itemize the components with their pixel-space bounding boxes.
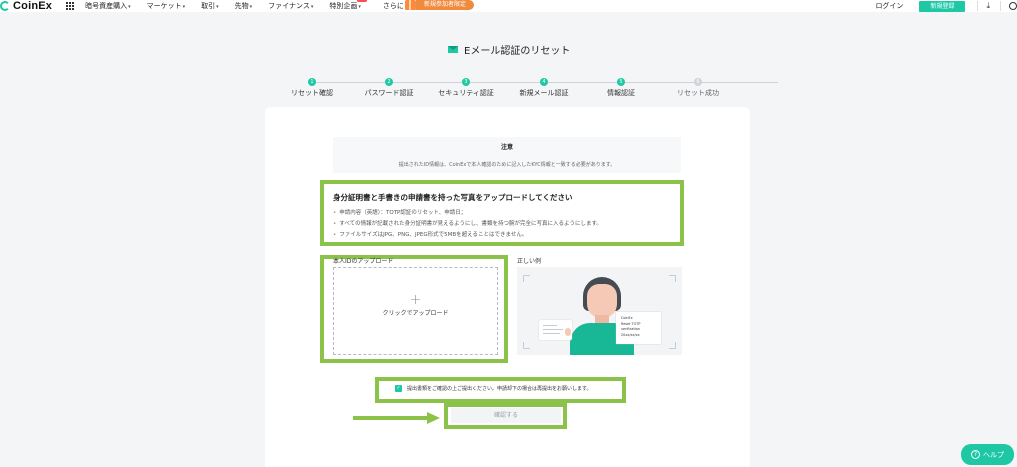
nav-item-trade[interactable]: 取引▾ (201, 1, 219, 11)
chevron-down-icon: ▾ (310, 4, 314, 10)
requirement-item: すべての情報が記載された身分証明書が見えるようにし、書類を持つ腕が完全に写真に入… (333, 219, 680, 230)
hot-badge (356, 0, 367, 2)
step-number: 6 (694, 78, 702, 86)
upload-text: クリックでアップロード (382, 310, 449, 317)
notice-box: 注意 提出されたID情報は、CoinExで本人確認のために記入したKYC情報と一… (333, 137, 681, 173)
agreement-checkbox[interactable]: ✓ (395, 384, 402, 392)
requirement-item: ファイルサイズはJPG、PNG、JPEG形式で5MBを超えることはできません。 (333, 230, 680, 241)
step-number: 2 (385, 78, 393, 86)
globe-icon[interactable] (1009, 2, 1017, 10)
help-button[interactable]: ? ヘルプ (961, 444, 1014, 465)
chevron-down-icon: ▾ (249, 4, 253, 10)
help-label: ヘルプ (983, 450, 1004, 459)
logo-text: CoinEx (13, 0, 53, 12)
download-icon[interactable]: ⤓ (986, 1, 990, 11)
step-number: 5 (617, 78, 625, 86)
arrow-right-icon (427, 412, 440, 424)
notice-text: 提出されたID情報は、CoinExで本人確認のために記入したKYC情報と一致する… (398, 162, 616, 168)
progress-stepper: 1 リセット確認 2 パスワード認証 3 セキュリティ認証 4 新規メール認証 … (0, 77, 1017, 99)
nav-item-special[interactable]: 特別企画▾ (329, 0, 367, 11)
nav-item-label: さらに (382, 2, 404, 10)
frame-corner (523, 275, 530, 282)
coinex-logo-icon (0, 1, 10, 11)
chevron-down-icon: ▾ (216, 4, 219, 10)
nav-item-label: 特別企画 (329, 2, 358, 10)
question-icon: ? (971, 450, 980, 459)
id-card-line (543, 333, 560, 334)
step-1: 1 リセット確認 (272, 77, 352, 98)
person-face (587, 284, 617, 318)
mail-icon (448, 45, 458, 53)
chevron-down-icon: ▾ (358, 4, 361, 10)
application-paper: CoinEx Reset TOTP verification 20xx/xx/x… (616, 312, 661, 344)
nav-item-label: 暗号資産購入 (85, 2, 128, 10)
gift-icon (405, 0, 416, 10)
nav-right: ログイン 新規登録 ⤓ (875, 0, 1017, 12)
step-label: 新規メール認証 (519, 89, 569, 97)
nav-item-futures[interactable]: 先物▾ (235, 1, 253, 11)
frame-corner (523, 342, 530, 349)
step-3: 3 セキュリティ認証 (426, 77, 506, 98)
page-title: Eメール認証のリセット (448, 43, 571, 57)
nav-item-buy-crypto[interactable]: 暗号資産購入▾ (85, 1, 131, 11)
nav-item-label: 先物 (234, 2, 249, 10)
nav-item-markets[interactable]: マーケット▾ (147, 1, 186, 11)
agreement-row: ✓ 提出書類をご確認の上ご提出ください。申請却下の場合は再提出をお願いします。 (395, 383, 592, 393)
step-label: リセット成功 (677, 89, 719, 97)
logo[interactable]: CoinEx (0, 0, 52, 12)
nav-item-more[interactable]: さらに▾ (383, 1, 408, 11)
upload-dropzone[interactable]: + クリックでアップロード (333, 267, 498, 355)
upload-label: 本人IDのアップロード (333, 258, 394, 265)
step-label: パスワード認証 (364, 89, 414, 97)
frame-corner (669, 342, 676, 349)
requirement-item: 申請内容（英語）：TOTP認証のリセット、申請日； (333, 208, 680, 219)
step-5: 5 情報認証 (581, 77, 661, 98)
plus-icon: + (409, 292, 422, 308)
chevron-down-icon: ▾ (128, 4, 131, 10)
step-number: 4 (540, 78, 548, 86)
step-2: 2 パスワード認証 (349, 77, 429, 98)
arrow-shaft (353, 416, 427, 420)
frame-corner (669, 275, 676, 282)
login-link[interactable]: ログイン (875, 1, 903, 11)
confirm-button[interactable]: 確認する (451, 408, 561, 423)
step-label: セキュリティ認証 (438, 89, 494, 97)
promo-banner[interactable]: 新規参加者限定 (405, 0, 475, 10)
nav-divider (977, 1, 979, 11)
requirements-box: 身分証明書と手書きの申請書を持った写真をアップロードしてください 申請内容（英語… (320, 180, 684, 246)
id-card-line (543, 325, 557, 326)
nav-item-label: ファイナンス (268, 2, 310, 10)
step-label: 情報認証 (607, 89, 635, 97)
example-image: CoinEx Reset TOTP verification 20xx/xx/x… (517, 267, 682, 355)
paper-line: 20xx/xx/xx (621, 332, 640, 337)
nav-item-label: マーケット (146, 2, 182, 10)
step-4: 4 新規メール認証 (504, 77, 584, 98)
signup-button[interactable]: 新規登録 (919, 0, 966, 12)
nav-divider (1000, 1, 1001, 11)
agreement-text: 提出書類をご確認の上ご提出ください。申請却下の場合は再提出をお願いします。 (407, 385, 592, 392)
arrow-annotation (353, 412, 441, 424)
nav-item-finance[interactable]: ファイナンス▾ (268, 1, 313, 11)
example-label: 正しい例 (517, 258, 542, 265)
notice-title: 注意 (500, 144, 513, 151)
nav-item-label: 取引 (201, 2, 216, 10)
step-label: リセット確認 (291, 89, 333, 97)
step-number: 1 (308, 78, 316, 86)
chevron-down-icon: ▾ (182, 4, 186, 10)
step-6: 6 リセット成功 (658, 77, 738, 98)
page-title-text: Eメール認証のリセット (464, 45, 571, 57)
person-hand (565, 328, 571, 336)
id-card-line (543, 329, 563, 330)
promo-label: 新規参加者限定 (416, 0, 475, 10)
requirements-title: 身分証明書と手書きの申請書を持った写真をアップロードしてください (333, 193, 573, 202)
step-number: 3 (462, 78, 470, 86)
apps-grid-icon[interactable] (66, 1, 75, 11)
top-nav: CoinEx 暗号資産購入▾ マーケット▾ 取引▾ 先物▾ ファイナンス▾ 特別… (0, 0, 1017, 12)
